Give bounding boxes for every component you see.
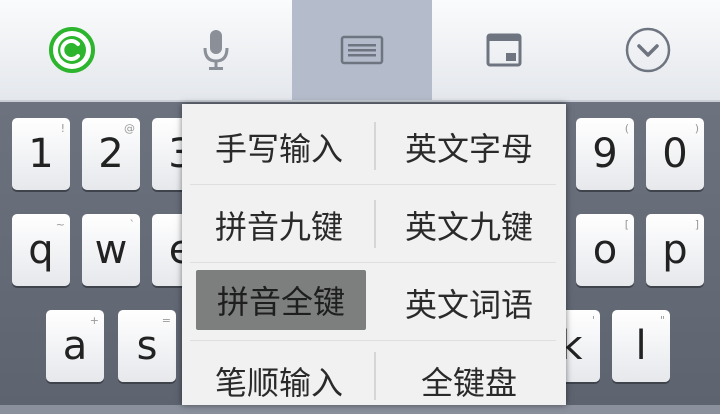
logo-icon (49, 27, 95, 73)
key-sub-label: + (89, 314, 99, 327)
key-label: 9 (592, 131, 618, 177)
key-label: 1 (28, 131, 54, 177)
key-s[interactable]: s = (118, 310, 176, 382)
menu-divider (190, 184, 556, 185)
microphone-icon (203, 30, 229, 70)
logo-button[interactable] (0, 0, 144, 100)
key-sub-label: @ (124, 122, 135, 135)
menu-divider (190, 340, 556, 341)
key-label: o (592, 227, 618, 273)
window-icon (486, 33, 522, 67)
key-sub-label: ' (591, 314, 595, 327)
menu-item-pinyin-full[interactable]: 拼音全键 (196, 270, 366, 330)
menu-item-pinyin-9key[interactable]: 拼音九键 (194, 192, 364, 258)
key-0[interactable]: 0) (646, 118, 704, 190)
key-label: s (136, 323, 158, 369)
key-label: l (635, 323, 647, 369)
voice-input-button[interactable] (144, 0, 288, 100)
key-q[interactable]: q ~ (12, 214, 70, 286)
menu-item-english-letters[interactable]: 英文字母 (384, 114, 554, 180)
key-a[interactable]: a + (46, 310, 104, 382)
key-label: 2 (98, 131, 124, 177)
collapse-icon (625, 27, 671, 73)
key-o[interactable]: o[ (576, 214, 634, 286)
key-label: w (94, 227, 128, 273)
key-9[interactable]: 9( (576, 118, 634, 190)
key-sub-label: [ (624, 218, 629, 231)
menu-item-english-9key[interactable]: 英文九键 (384, 192, 554, 258)
menu-divider (190, 262, 556, 263)
key-2[interactable]: 2 @ (82, 118, 140, 190)
key-w[interactable]: w ` (82, 214, 140, 286)
key-sub-label: = (161, 314, 171, 327)
key-p[interactable]: p] (646, 214, 704, 286)
menu-item-english-words[interactable]: 英文词语 (384, 270, 554, 336)
menu-item-stroke[interactable]: 笔顺输入 (194, 348, 364, 414)
key-sub-label: ] (694, 218, 699, 231)
keyboard-toolbar (0, 0, 720, 102)
key-label: a (62, 323, 88, 369)
key-l[interactable]: l " (612, 310, 670, 382)
menu-divider (374, 352, 376, 400)
window-mode-button[interactable] (432, 0, 576, 100)
key-sub-label: ~ (55, 218, 65, 231)
collapse-keyboard-button[interactable] (576, 0, 720, 100)
keyboard-layout-icon (340, 35, 384, 65)
key-sub-label: ! (60, 122, 65, 135)
menu-item-full-keyboard[interactable]: 全键盘 (384, 348, 554, 414)
key-sub-label: " (659, 314, 665, 327)
key-sub-label: ` (129, 218, 136, 231)
menu-item-handwriting[interactable]: 手写输入 (194, 114, 364, 180)
key-label: q (28, 227, 54, 273)
key-label: p (662, 227, 688, 273)
key-sub-label: ( (624, 122, 629, 135)
key-sub-label: ) (694, 122, 699, 135)
menu-divider (374, 200, 376, 248)
key-1[interactable]: 1! (12, 118, 70, 190)
menu-divider (374, 122, 376, 170)
keyboard-layout-button[interactable] (292, 0, 432, 100)
key-label: 0 (662, 131, 688, 177)
